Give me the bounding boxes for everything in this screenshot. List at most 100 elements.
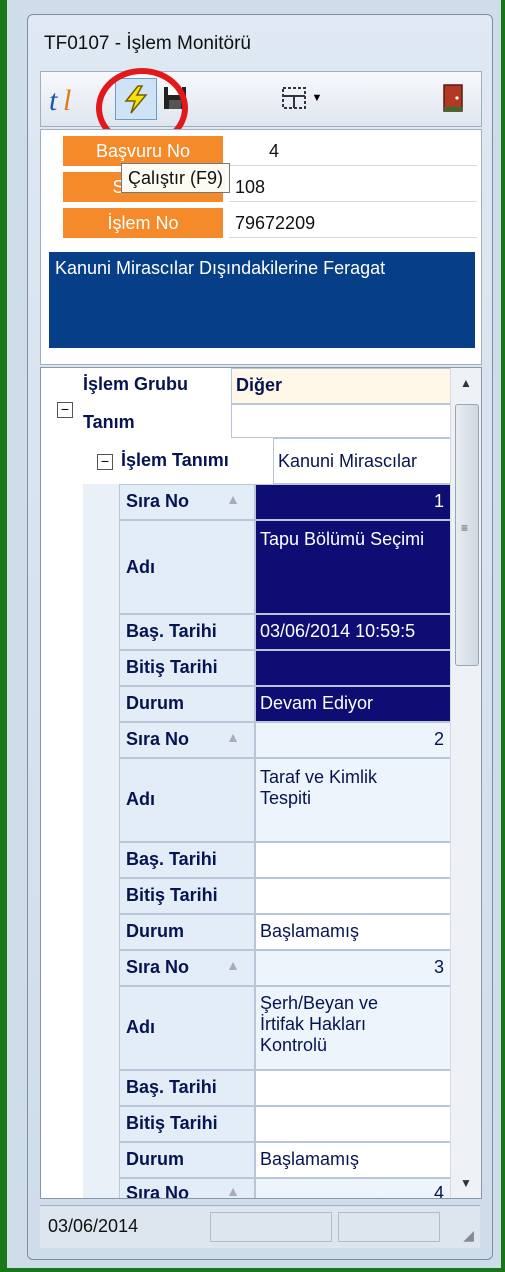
row-label-cell: Sıra No ▲ [119, 722, 255, 758]
durum-label: Durum [126, 921, 184, 941]
adi-cell[interactable]: Tapu Bölümü Seçimi [255, 520, 451, 614]
row-label-cell: Adı [119, 986, 255, 1070]
row-label-cell: Baş. Tarihi [119, 614, 255, 650]
description-box: Kanuni Mirascılar Dışındakilerine Feraga… [49, 252, 475, 348]
tanim-cell[interactable] [231, 404, 451, 438]
bas-tarihi-cell[interactable] [255, 842, 451, 878]
bitis-tarihi-label: Bitiş Tarihi [126, 1113, 218, 1133]
toolbar: tl ▼ [40, 68, 482, 148]
vertical-grid: − İşlem Grubu Diğer Tanım − İşlem Tanımı… [40, 367, 482, 1199]
row-label-cell: Bitiş Tarihi [119, 650, 255, 686]
sira-no-cell[interactable]: 3 [255, 950, 451, 986]
bas-tarihi-value: 03/06/2014 10:59:5 [260, 621, 416, 641]
sira-no-label: Sıra No [126, 1183, 190, 1199]
adi-value: Taraf ve Kimlik Tespiti [260, 767, 378, 808]
adi-label: Adı [126, 1017, 155, 1037]
sira-no-value: 4 [433, 1183, 444, 1199]
logo-icon[interactable]: tl [45, 78, 85, 118]
row-label-cell: Durum [119, 686, 255, 722]
app-window: TF0107 - İşlem Monitörü tl ▼ Başvuru No [27, 14, 493, 1260]
row-label-cell: Sıra No ▲ [119, 1178, 255, 1199]
vertical-scrollbar[interactable]: ▲ ≡ ▼ [450, 368, 481, 1198]
adi-label: Adı [126, 789, 155, 809]
durum-label: Durum [126, 1149, 184, 1169]
islem-tanimi-value: Kanuni Mirascılar [278, 451, 418, 471]
collapse-icon[interactable]: − [57, 402, 73, 418]
row-label-cell: Durum [119, 1142, 255, 1178]
svg-text:t: t [49, 84, 58, 116]
islem-grubu-label: İşlem Grubu [83, 374, 189, 394]
field-label: İşlem No [63, 208, 223, 238]
islem-grubu-value: Diğer [236, 375, 283, 395]
status-panel [338, 1212, 440, 1242]
sira-no-label: Sıra No [126, 491, 190, 511]
sort-icon: ▲ [226, 1183, 240, 1199]
sort-icon: ▲ [226, 729, 240, 745]
adi-cell[interactable]: Şerh/Beyan ve İrtifak Hakları Kontrolü [255, 986, 451, 1070]
durum-cell[interactable]: Devam Ediyor [255, 686, 451, 722]
islem-tanimi-cell[interactable]: Kanuni Mirascılar [273, 438, 451, 484]
sira-no-value: 2 [433, 729, 444, 749]
durum-value: Başlamamış [260, 1149, 360, 1169]
islem-tanimi-label: İşlem Tanımı [121, 450, 229, 470]
bitis-tarihi-cell[interactable] [255, 1106, 451, 1142]
row-label-cell: Sıra No ▲ [119, 484, 255, 520]
indent-column [83, 484, 119, 1198]
field-value[interactable]: 108 [229, 172, 477, 202]
adi-label: Adı [126, 557, 155, 577]
field-value[interactable]: 79672209 [229, 208, 477, 238]
row-label-cell: Bitiş Tarihi [119, 1106, 255, 1142]
row-label-cell: Baş. Tarihi [119, 842, 255, 878]
status-bar: 03/06/2014 ◢ [40, 1205, 480, 1248]
scroll-down-icon[interactable]: ▼ [460, 1176, 472, 1190]
row-label-cell: Adı [119, 520, 255, 614]
field-basvuru-no: Başvuru No 4 [63, 136, 477, 166]
bitis-tarihi-label: Bitiş Tarihi [126, 657, 218, 677]
durum-value: Başlamamış [260, 921, 360, 941]
layout-icon [281, 87, 306, 109]
bas-tarihi-label: Baş. Tarihi [126, 1077, 217, 1097]
sira-no-cell[interactable]: 2 [255, 722, 451, 758]
bitis-tarihi-cell[interactable] [255, 650, 451, 686]
durum-value: Devam Ediyor [260, 693, 374, 713]
svg-text:l: l [63, 84, 71, 116]
window-frame: TF0107 - İşlem Monitörü tl ▼ Başvuru No [7, 0, 501, 1268]
collapse-icon[interactable]: − [97, 454, 113, 470]
row-label-cell: Sıra No ▲ [119, 950, 255, 986]
row-label-cell: Durum [119, 914, 255, 950]
adi-cell[interactable]: Taraf ve Kimlik Tespiti [255, 758, 451, 842]
bas-tarihi-cell[interactable]: 03/06/2014 10:59:5 [255, 614, 451, 650]
status-date: 03/06/2014 [48, 1216, 139, 1236]
islem-grubu-cell[interactable]: Diğer [231, 368, 451, 404]
chevron-down-icon: ▼ [311, 92, 323, 104]
bas-tarihi-label: Baş. Tarihi [126, 849, 217, 869]
resize-grip-icon[interactable]: ◢ [463, 1227, 474, 1244]
sira-no-value: 1 [433, 491, 444, 511]
bas-tarihi-label: Baş. Tarihi [126, 621, 217, 641]
sort-icon: ▲ [226, 957, 240, 973]
tanim-label: Tanım [83, 412, 135, 432]
grip-icon: ≡ [461, 521, 469, 535]
bas-tarihi-cell[interactable] [255, 1070, 451, 1106]
tooltip: Çalıştır (F9) [121, 163, 231, 193]
sira-no-cell[interactable]: 4 [255, 1178, 451, 1199]
scrollbar-thumb[interactable]: ≡ [455, 404, 479, 666]
durum-cell[interactable]: Başlamamış [255, 1142, 451, 1178]
sort-icon: ▲ [226, 491, 240, 507]
sira-no-label: Sıra No [126, 957, 190, 977]
sira-no-label: Sıra No [126, 729, 190, 749]
sira-no-cell[interactable]: 1 [255, 484, 451, 520]
row-label-cell: Baş. Tarihi [119, 1070, 255, 1106]
field-value[interactable]: 4 [229, 136, 477, 166]
row-label-cell: Bitiş Tarihi [119, 878, 255, 914]
durum-label: Durum [126, 693, 184, 713]
bitis-tarihi-cell[interactable] [255, 878, 451, 914]
field-islem-no: İşlem No 79672209 [63, 208, 477, 238]
exit-button[interactable] [433, 78, 473, 118]
adi-value: Şerh/Beyan ve İrtifak Hakları Kontrolü [260, 993, 379, 1055]
layout-dropdown-button[interactable]: ▼ [273, 78, 329, 118]
scroll-up-icon[interactable]: ▲ [460, 376, 472, 390]
durum-cell[interactable]: Başlamamış [255, 914, 451, 950]
adi-value: Tapu Bölümü Seçimi [260, 529, 425, 549]
info-panel: Başvuru No 4 Sıra No 108 İşlem No 796722… [40, 129, 482, 365]
